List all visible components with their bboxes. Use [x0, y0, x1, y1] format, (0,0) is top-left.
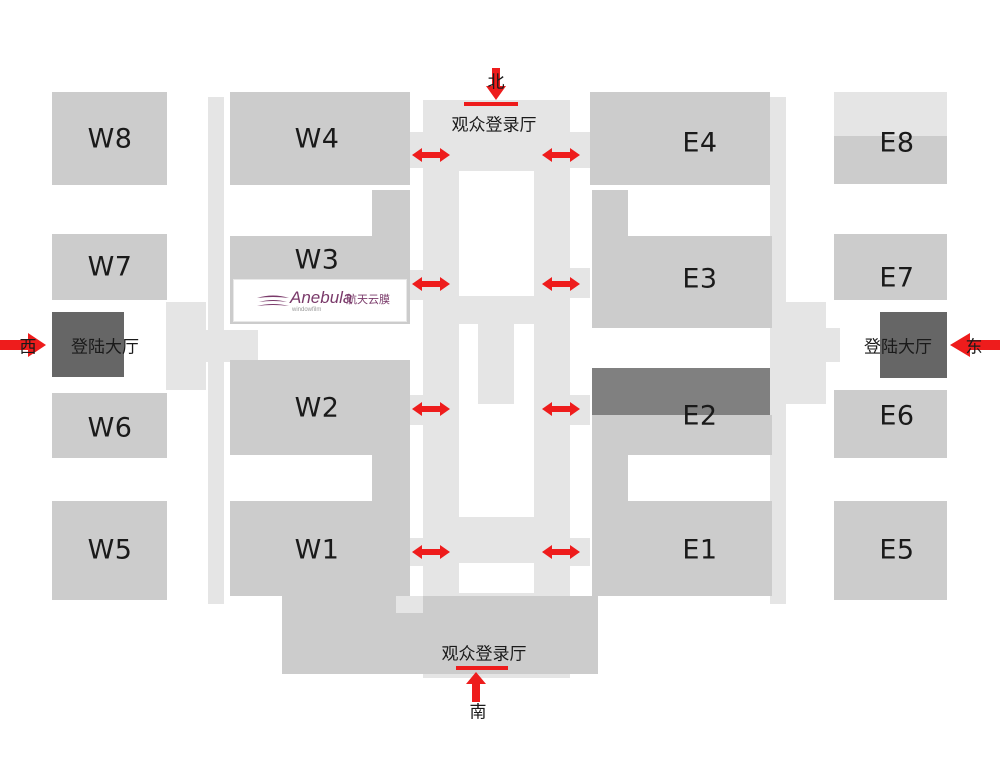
- double-arrow-icon: [542, 148, 580, 162]
- direction-east-label: 东: [965, 337, 983, 358]
- double-arrow-icon: [412, 277, 450, 291]
- direction-south-label: 南: [469, 702, 487, 723]
- double-arrow-icon: [412, 402, 450, 416]
- double-arrow-icon: [412, 148, 450, 162]
- double-arrow-icon: [542, 402, 580, 416]
- double-arrow-icon: [542, 545, 580, 559]
- direction-north-label: 北: [487, 72, 505, 93]
- direction-west-label: 西: [19, 337, 37, 358]
- double-arrow-icon: [412, 545, 450, 559]
- double-arrow-icon: [542, 277, 580, 291]
- arrows-overlay: [0, 68, 1000, 702]
